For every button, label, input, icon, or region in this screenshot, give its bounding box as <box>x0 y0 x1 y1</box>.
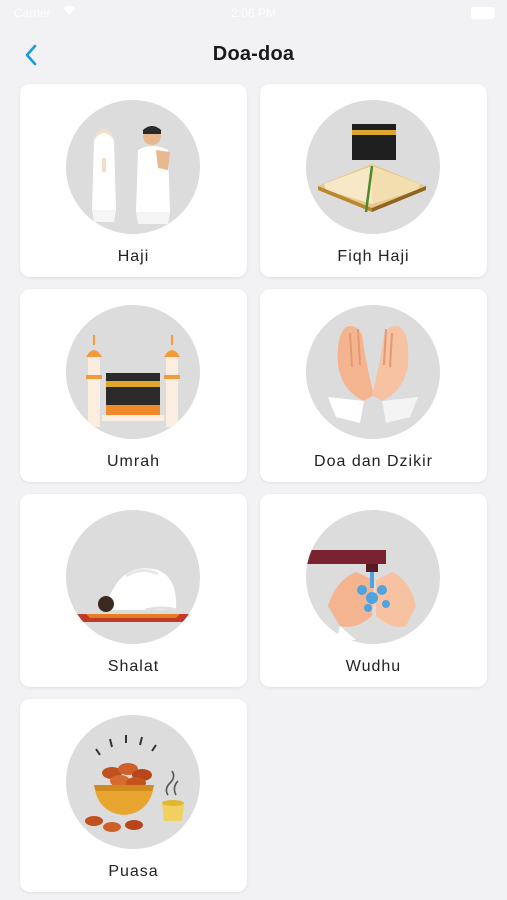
status-time: 2:06 PM <box>231 6 276 20</box>
menu-card-umrah[interactable]: Umrah <box>20 289 247 482</box>
menu-card-label: Haji <box>117 248 150 265</box>
hajj-pilgrims-icon <box>66 100 200 234</box>
menu-card-doa-dan-dzikir[interactable]: Doa dan Dzikir <box>260 289 487 482</box>
kaaba-minarets-icon <box>66 305 200 439</box>
menu-card-label: Fiqh Haji <box>337 248 410 265</box>
menu-card-shalat[interactable]: Shalat <box>20 494 247 687</box>
menu-card-label: Doa dan Dzikir <box>314 453 433 470</box>
status-bar: Carrier 2:06 PM <box>0 0 507 28</box>
menu-card-puasa[interactable]: Puasa <box>20 699 247 892</box>
dates-bowl-icon <box>66 715 200 849</box>
menu-card-label: Wudhu <box>345 658 402 675</box>
prostration-icon <box>66 510 200 644</box>
menu-card-haji[interactable]: Haji <box>20 84 247 277</box>
menu-card-label: Shalat <box>107 658 160 675</box>
navigation-bar: Doa-doa <box>0 28 507 82</box>
menu-card-label: Umrah <box>106 453 160 470</box>
page-title: Doa-doa <box>212 43 295 65</box>
praying-hands-icon <box>306 305 440 439</box>
menu-card-label: Puasa <box>108 863 159 880</box>
kaaba-book-icon <box>306 100 440 234</box>
menu-card-fiqh-haji[interactable]: Fiqh Haji <box>260 84 487 277</box>
ablution-icon <box>306 510 440 644</box>
menu-card-wudhu[interactable]: Wudhu <box>260 494 487 687</box>
battery-icon <box>471 7 495 19</box>
